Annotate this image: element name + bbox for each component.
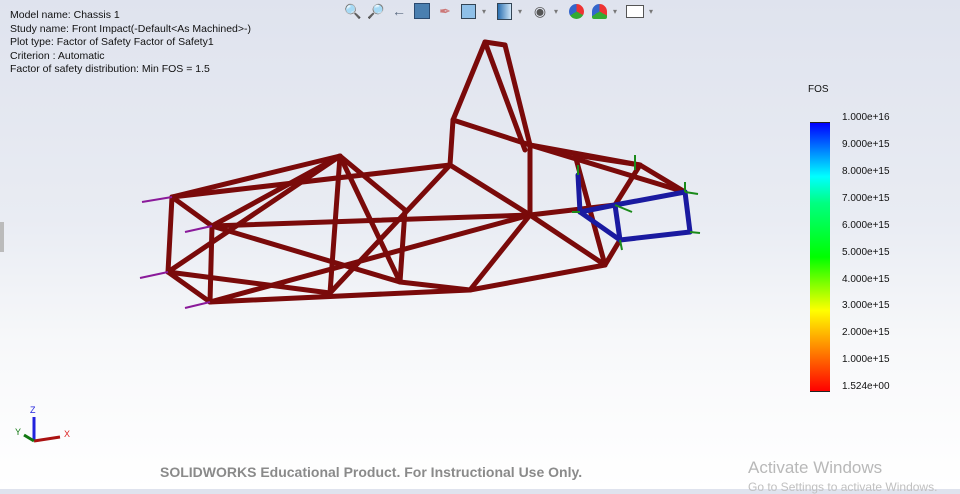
chassis-members [165, 39, 688, 305]
triad-z-label: Z [30, 405, 36, 415]
legend-label: 5.000e+15 [842, 247, 890, 258]
educational-watermark: SOLIDWORKS Educational Product. For Inst… [160, 464, 583, 480]
coordinate-triad: Z X Y [12, 405, 72, 445]
legend-label: 8.000e+15 [842, 166, 890, 177]
legend-label: 1.000e+15 [842, 354, 890, 365]
legend-label: 9.000e+15 [842, 139, 890, 150]
legend-title: FOS [808, 84, 829, 95]
legend-label: 1.524e+00 [842, 381, 890, 392]
legend-label: 2.000e+15 [842, 327, 890, 338]
legend-label: 6.000e+15 [842, 220, 890, 231]
legend-label: 1.000e+16 [842, 112, 890, 123]
legend-label: 3.000e+15 [842, 300, 890, 311]
legend-label: 4.000e+15 [842, 274, 890, 285]
triad-x-label: X [64, 429, 71, 439]
activate-windows-title: Activate Windows [748, 458, 883, 477]
legend-label: 7.000e+15 [842, 193, 890, 204]
activate-windows-subtitle: Go to Settings to activate Windows. [748, 480, 938, 494]
triad-y-label: Y [15, 427, 22, 437]
color-scale-bar [810, 122, 830, 392]
